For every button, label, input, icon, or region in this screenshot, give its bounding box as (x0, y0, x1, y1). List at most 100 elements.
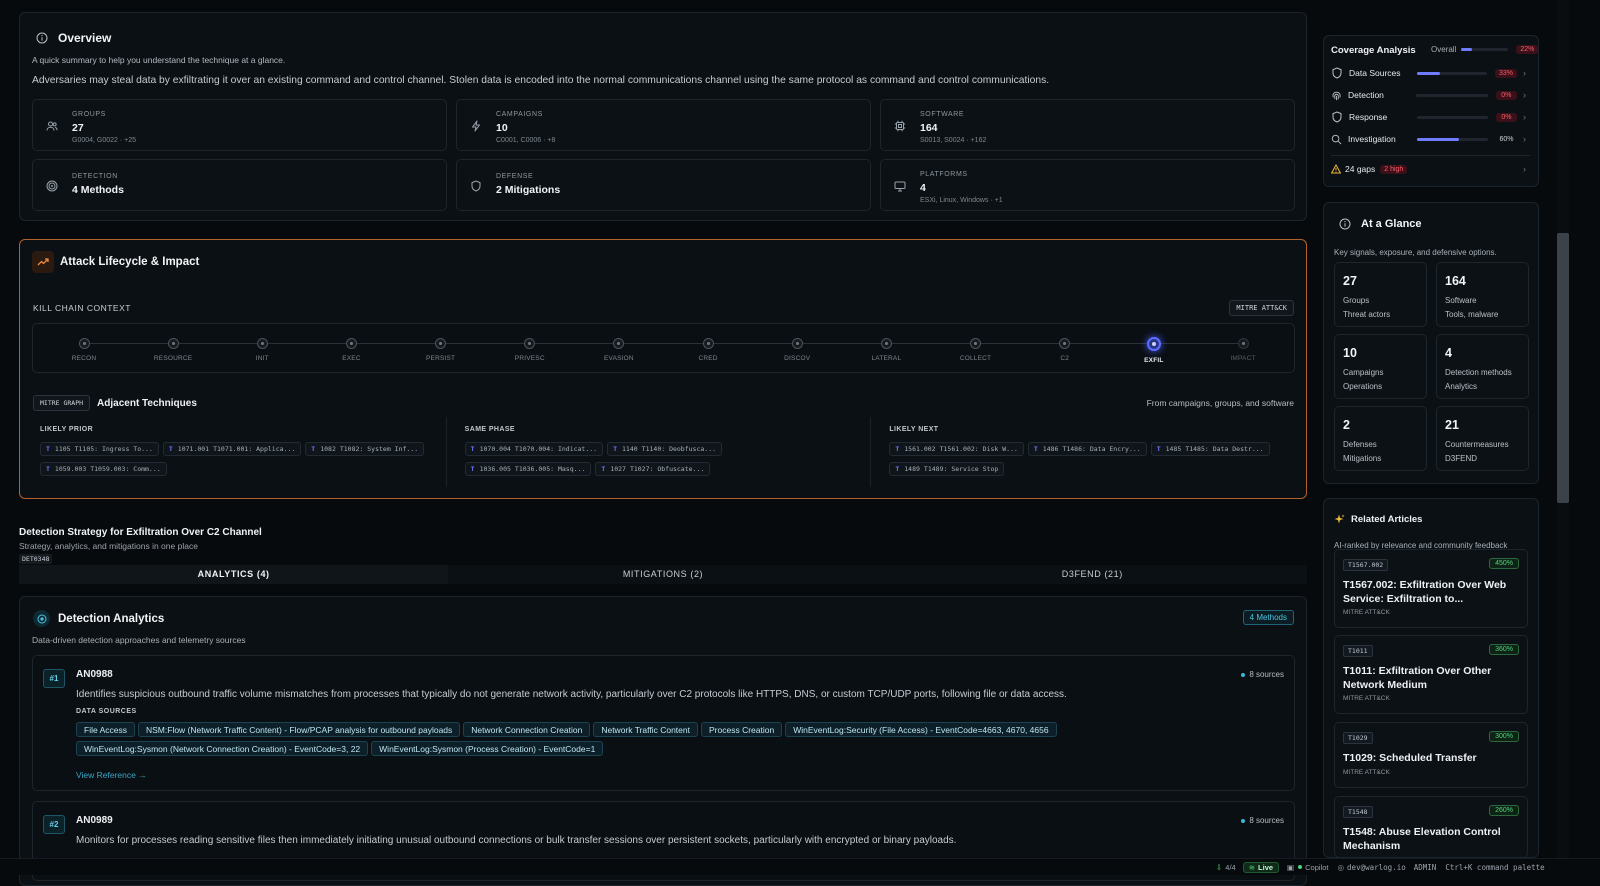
glance-sublabel: Mitigations (1343, 454, 1382, 463)
related-article[interactable]: T1029 300% T1029: Scheduled Transfer MITRE … (1334, 722, 1528, 788)
data-source-chip[interactable]: WinEventLog:Security (File Access) - Eve… (785, 722, 1057, 737)
stat-card-campaigns[interactable]: CAMPAIGNS 10 C0001, C0006 · +8 (456, 99, 871, 151)
technique-chip[interactable]: T 1485 T1485: Data Destr... (1150, 442, 1270, 456)
phase-persist[interactable]: PERSIST (411, 338, 471, 362)
overview-description: Adversaries may steal data by exfiltrati… (32, 75, 1050, 86)
technique-id: 1036.005 (479, 465, 511, 473)
data-source-chip[interactable]: Process Creation (701, 722, 783, 737)
chevron-right-icon: › (1523, 112, 1526, 122)
coverage-row-investigation[interactable]: Investigation 60% › (1331, 132, 1526, 146)
overview-title: Overview (58, 31, 112, 45)
data-source-chip[interactable]: WinEventLog:Sysmon (Network Connection C… (76, 741, 369, 756)
phase-dot-icon (78, 338, 90, 349)
user-email[interactable]: dev@warlog.io (1347, 863, 1406, 872)
stat-card-software[interactable]: SOFTWARE 164 S0013, S0024 · +162 (880, 99, 1295, 151)
gaps-row[interactable]: 24 gaps 2 high › (1331, 164, 1526, 174)
adjacent-column-likely-prior: LIKELY PRIOR T 1105 T1105: Ingress To... T 10… (32, 417, 447, 487)
stat-label: SOFTWARE (920, 111, 965, 118)
phase-dot-icon (1059, 338, 1071, 349)
technique-chip[interactable]: T 1489 T1489: Service Stop (889, 462, 1005, 476)
phase-resource[interactable]: RESOURCE (143, 338, 203, 362)
mitre-graph-badge: MITRE GRAPH (33, 395, 91, 411)
related-article[interactable]: T1567.002 450% T1567.002: Exfiltration Ove… (1334, 549, 1528, 628)
technique-chip[interactable]: T 1140 T1140: Deobfusca... (607, 442, 723, 456)
phase-dot-icon (345, 338, 357, 349)
phase-recon[interactable]: RECON (54, 338, 114, 362)
stat-card-defense[interactable]: DEFENSE 2 Mitigations (456, 159, 871, 211)
phase-cred[interactable]: CRED (678, 338, 738, 362)
phase-lateral[interactable]: LATERAL (856, 338, 916, 362)
phase-dot-icon (524, 338, 536, 349)
technique-id: 1486 (1042, 445, 1059, 453)
glance-card-countermeasures[interactable]: 21 Countermeasures D3FEND (1436, 406, 1529, 471)
phase-privesc[interactable]: PRIVESC (500, 338, 560, 362)
phase-exec[interactable]: EXEC (321, 338, 381, 362)
glance-card-defenses[interactable]: 2 Defenses Mitigations (1334, 406, 1427, 471)
related-article[interactable]: T1011 360% T1011: Exfiltration Over Other … (1334, 635, 1528, 714)
phase-c2[interactable]: C2 (1035, 338, 1095, 362)
adjacent-column-likely-next: LIKELY NEXT T 1561.002 T1561.002: Disk W...… (871, 417, 1295, 487)
phase-dot-icon (791, 338, 803, 349)
analytics-card: Detection Analytics Data-driven detectio… (19, 596, 1307, 886)
glance-card-groups[interactable]: 27 Groups Threat actors (1334, 262, 1427, 327)
gaps-high-badge: 2 high (1380, 164, 1408, 174)
stat-card-detection[interactable]: DETECTION 4 Methods (32, 159, 447, 211)
data-source-chip[interactable]: Network Connection Creation (463, 722, 591, 737)
status-check-icon: ⇩ (1216, 862, 1223, 872)
stat-value: 27 (72, 122, 84, 134)
technique-id: 1489 (904, 465, 920, 473)
article-id-badge: T1011 (1343, 645, 1373, 657)
phase-discov[interactable]: DISCOV (767, 338, 827, 362)
data-source-chip[interactable]: Network Traffic Content (593, 722, 698, 737)
user-role: ADMIN (1413, 862, 1437, 872)
technique-chip[interactable]: T 1071.001 T1071.001: Applica... (162, 442, 302, 456)
related-article[interactable]: T1548 260% T1548: Abuse Elevation Control … (1334, 796, 1528, 858)
live-label: Live (1258, 862, 1274, 872)
stat-card-platforms[interactable]: PLATFORMS 4 ESXi, Linux, Windows · +1 (880, 159, 1295, 211)
technique-label: T1140: Deobfusca... (641, 445, 717, 453)
glance-card-campaigns[interactable]: 10 Campaigns Operations (1334, 334, 1427, 399)
phase-impact[interactable]: IMPACT (1213, 338, 1273, 362)
technique-chip[interactable]: T 1486 T1486: Data Encry... (1027, 442, 1147, 456)
stat-label: PLATFORMS (920, 171, 968, 178)
copilot-label[interactable]: Copilot (1305, 863, 1328, 872)
scrollbar-thumb[interactable] (1557, 233, 1569, 503)
technique-chip[interactable]: T 1070.004 T1070.004: Indicat... (464, 442, 604, 456)
shield-icon (470, 180, 482, 192)
overall-progress-bar (1461, 48, 1509, 51)
coverage-row-detection[interactable]: Detection 0% › (1331, 88, 1526, 102)
strategy-title: Detection Strategy for Exfiltration Over… (19, 527, 262, 538)
phase-exfil[interactable]: EXFIL (1124, 336, 1184, 364)
technique-chip[interactable]: T 1036.005 T1036.005: Masq... (464, 462, 592, 476)
phase-dot-icon (613, 338, 625, 349)
phase-evasion[interactable]: EVASION (589, 338, 649, 362)
glance-card-software[interactable]: 164 Software Tools, malware (1436, 262, 1529, 327)
technique-chip[interactable]: T 1082 T1082: System Inf... (305, 442, 425, 456)
technique-label: T1489: Service Stop (923, 465, 999, 473)
stat-card-groups[interactable]: GROUPS 27 G0004, G0022 · +25 (32, 99, 447, 151)
data-source-chip[interactable]: NSM:Flow (Network Traffic Content) - Flo… (138, 722, 461, 737)
analytic-id: AN0989 (76, 815, 113, 826)
tab-d3fend[interactable]: D3FEND (21) (878, 565, 1307, 584)
phase-init[interactable]: INIT (232, 338, 292, 362)
live-badge[interactable]: ≋ Live (1242, 861, 1280, 873)
glance-card-detection-methods[interactable]: 4 Detection methods Analytics (1436, 334, 1529, 399)
coverage-row-data-sources[interactable]: Data Sources 33% › (1331, 66, 1526, 80)
glance-label: Defenses (1343, 440, 1377, 449)
technique-chip[interactable]: T 1105 T1105: Ingress To... (40, 442, 159, 456)
tab-mitigations[interactable]: MITIGATIONS (2) (448, 565, 877, 584)
technique-id: 1561.002 (904, 445, 936, 453)
command-palette-hint[interactable]: Ctrl+K command palette (1445, 863, 1544, 872)
data-source-chip[interactable]: WinEventLog:Sysmon (Process Creation) - … (371, 741, 604, 756)
view-reference-link[interactable]: View Reference → (76, 770, 147, 780)
technique-chip[interactable]: T 1059.003 T1059.003: Comm... (40, 462, 167, 476)
phase-collect[interactable]: COLLECT (946, 338, 1006, 362)
data-source-chip[interactable]: File Access (76, 722, 135, 737)
technique-chip[interactable]: T 1561.002 T1561.002: Disk W... (889, 442, 1024, 456)
fingerprint-icon (1331, 90, 1342, 101)
technique-chip[interactable]: T 1027 T1027: Obfuscate... (595, 462, 711, 476)
coverage-row-response[interactable]: Response 0% › (1331, 110, 1526, 124)
tab-analytics[interactable]: ANALYTICS (4) (19, 565, 449, 584)
coverage-percent: 33% (1495, 68, 1517, 78)
phase-label: PRIVESC (514, 355, 545, 362)
